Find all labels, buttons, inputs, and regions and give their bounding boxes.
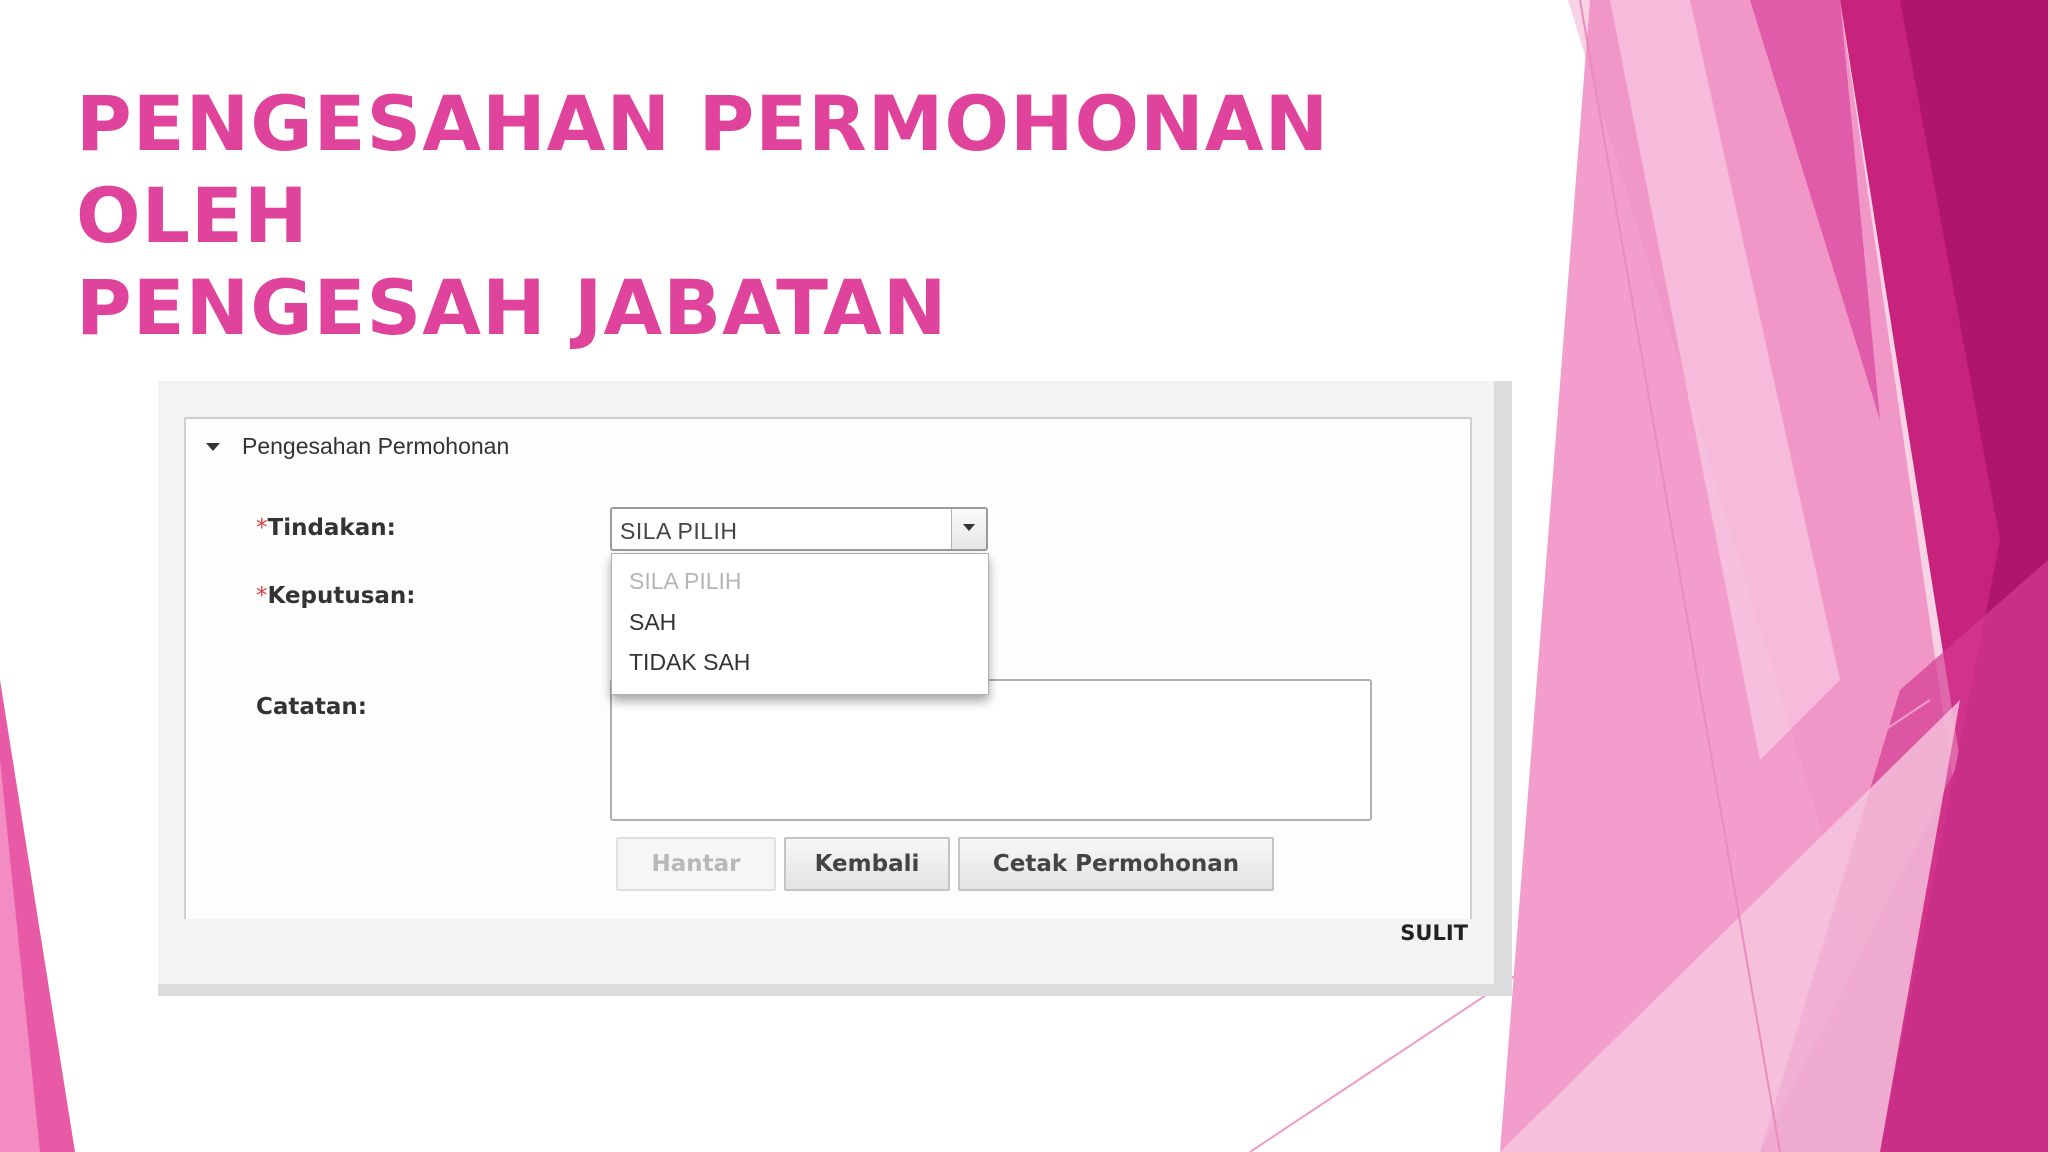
required-mark: * — [256, 515, 268, 541]
slide-title-line1: PENGESAHAN PERMOHONAN OLEH — [76, 79, 1330, 260]
tindakan-label-text: Tindakan: — [267, 515, 396, 541]
slide-title: PENGESAHAN PERMOHONAN OLEH PENGESAH JABA… — [76, 78, 1356, 354]
dropdown-option-tidak-sah[interactable]: TIDAK SAH — [629, 649, 750, 676]
pengesahan-panel: Pengesahan Permohonan *Tindakan: *Keputu… — [184, 417, 1472, 919]
chevron-down-icon — [963, 524, 975, 531]
required-mark: * — [256, 583, 268, 609]
kembali-button[interactable]: Kembali — [784, 837, 950, 891]
dropdown-option-sila-pilih[interactable]: SILA PILIH — [629, 568, 742, 595]
panel-header[interactable]: Pengesahan Permohonan — [186, 419, 1470, 477]
hantar-button[interactable]: Hantar — [616, 837, 776, 891]
keputusan-label: *Keputusan: — [256, 583, 416, 609]
screenshot-border — [1494, 381, 1512, 996]
slide-title-line2: PENGESAH JABATAN — [76, 263, 948, 352]
tindakan-select[interactable]: SILA PILIH — [610, 507, 988, 551]
select-arrow-button[interactable] — [951, 509, 986, 549]
keputusan-label-text: Keputusan: — [267, 583, 416, 609]
tindakan-label: *Tindakan: — [256, 515, 396, 541]
catatan-label: Catatan: — [256, 694, 368, 720]
dropdown-option-sah[interactable]: SAH — [629, 609, 676, 636]
tindakan-select-value: SILA PILIH — [620, 518, 738, 544]
cetak-permohonan-button[interactable]: Cetak Permohonan — [958, 837, 1274, 891]
classification-label: SULIT — [1400, 921, 1468, 945]
catatan-textarea[interactable] — [610, 679, 1372, 821]
caret-down-icon[interactable] — [206, 443, 220, 451]
tindakan-dropdown-list: SILA PILIH SAH TIDAK SAH — [611, 553, 989, 695]
screenshot-border — [158, 984, 1512, 996]
panel-title: Pengesahan Permohonan — [242, 433, 510, 459]
form-screenshot: Pengesahan Permohonan *Tindakan: *Keputu… — [158, 381, 1512, 996]
